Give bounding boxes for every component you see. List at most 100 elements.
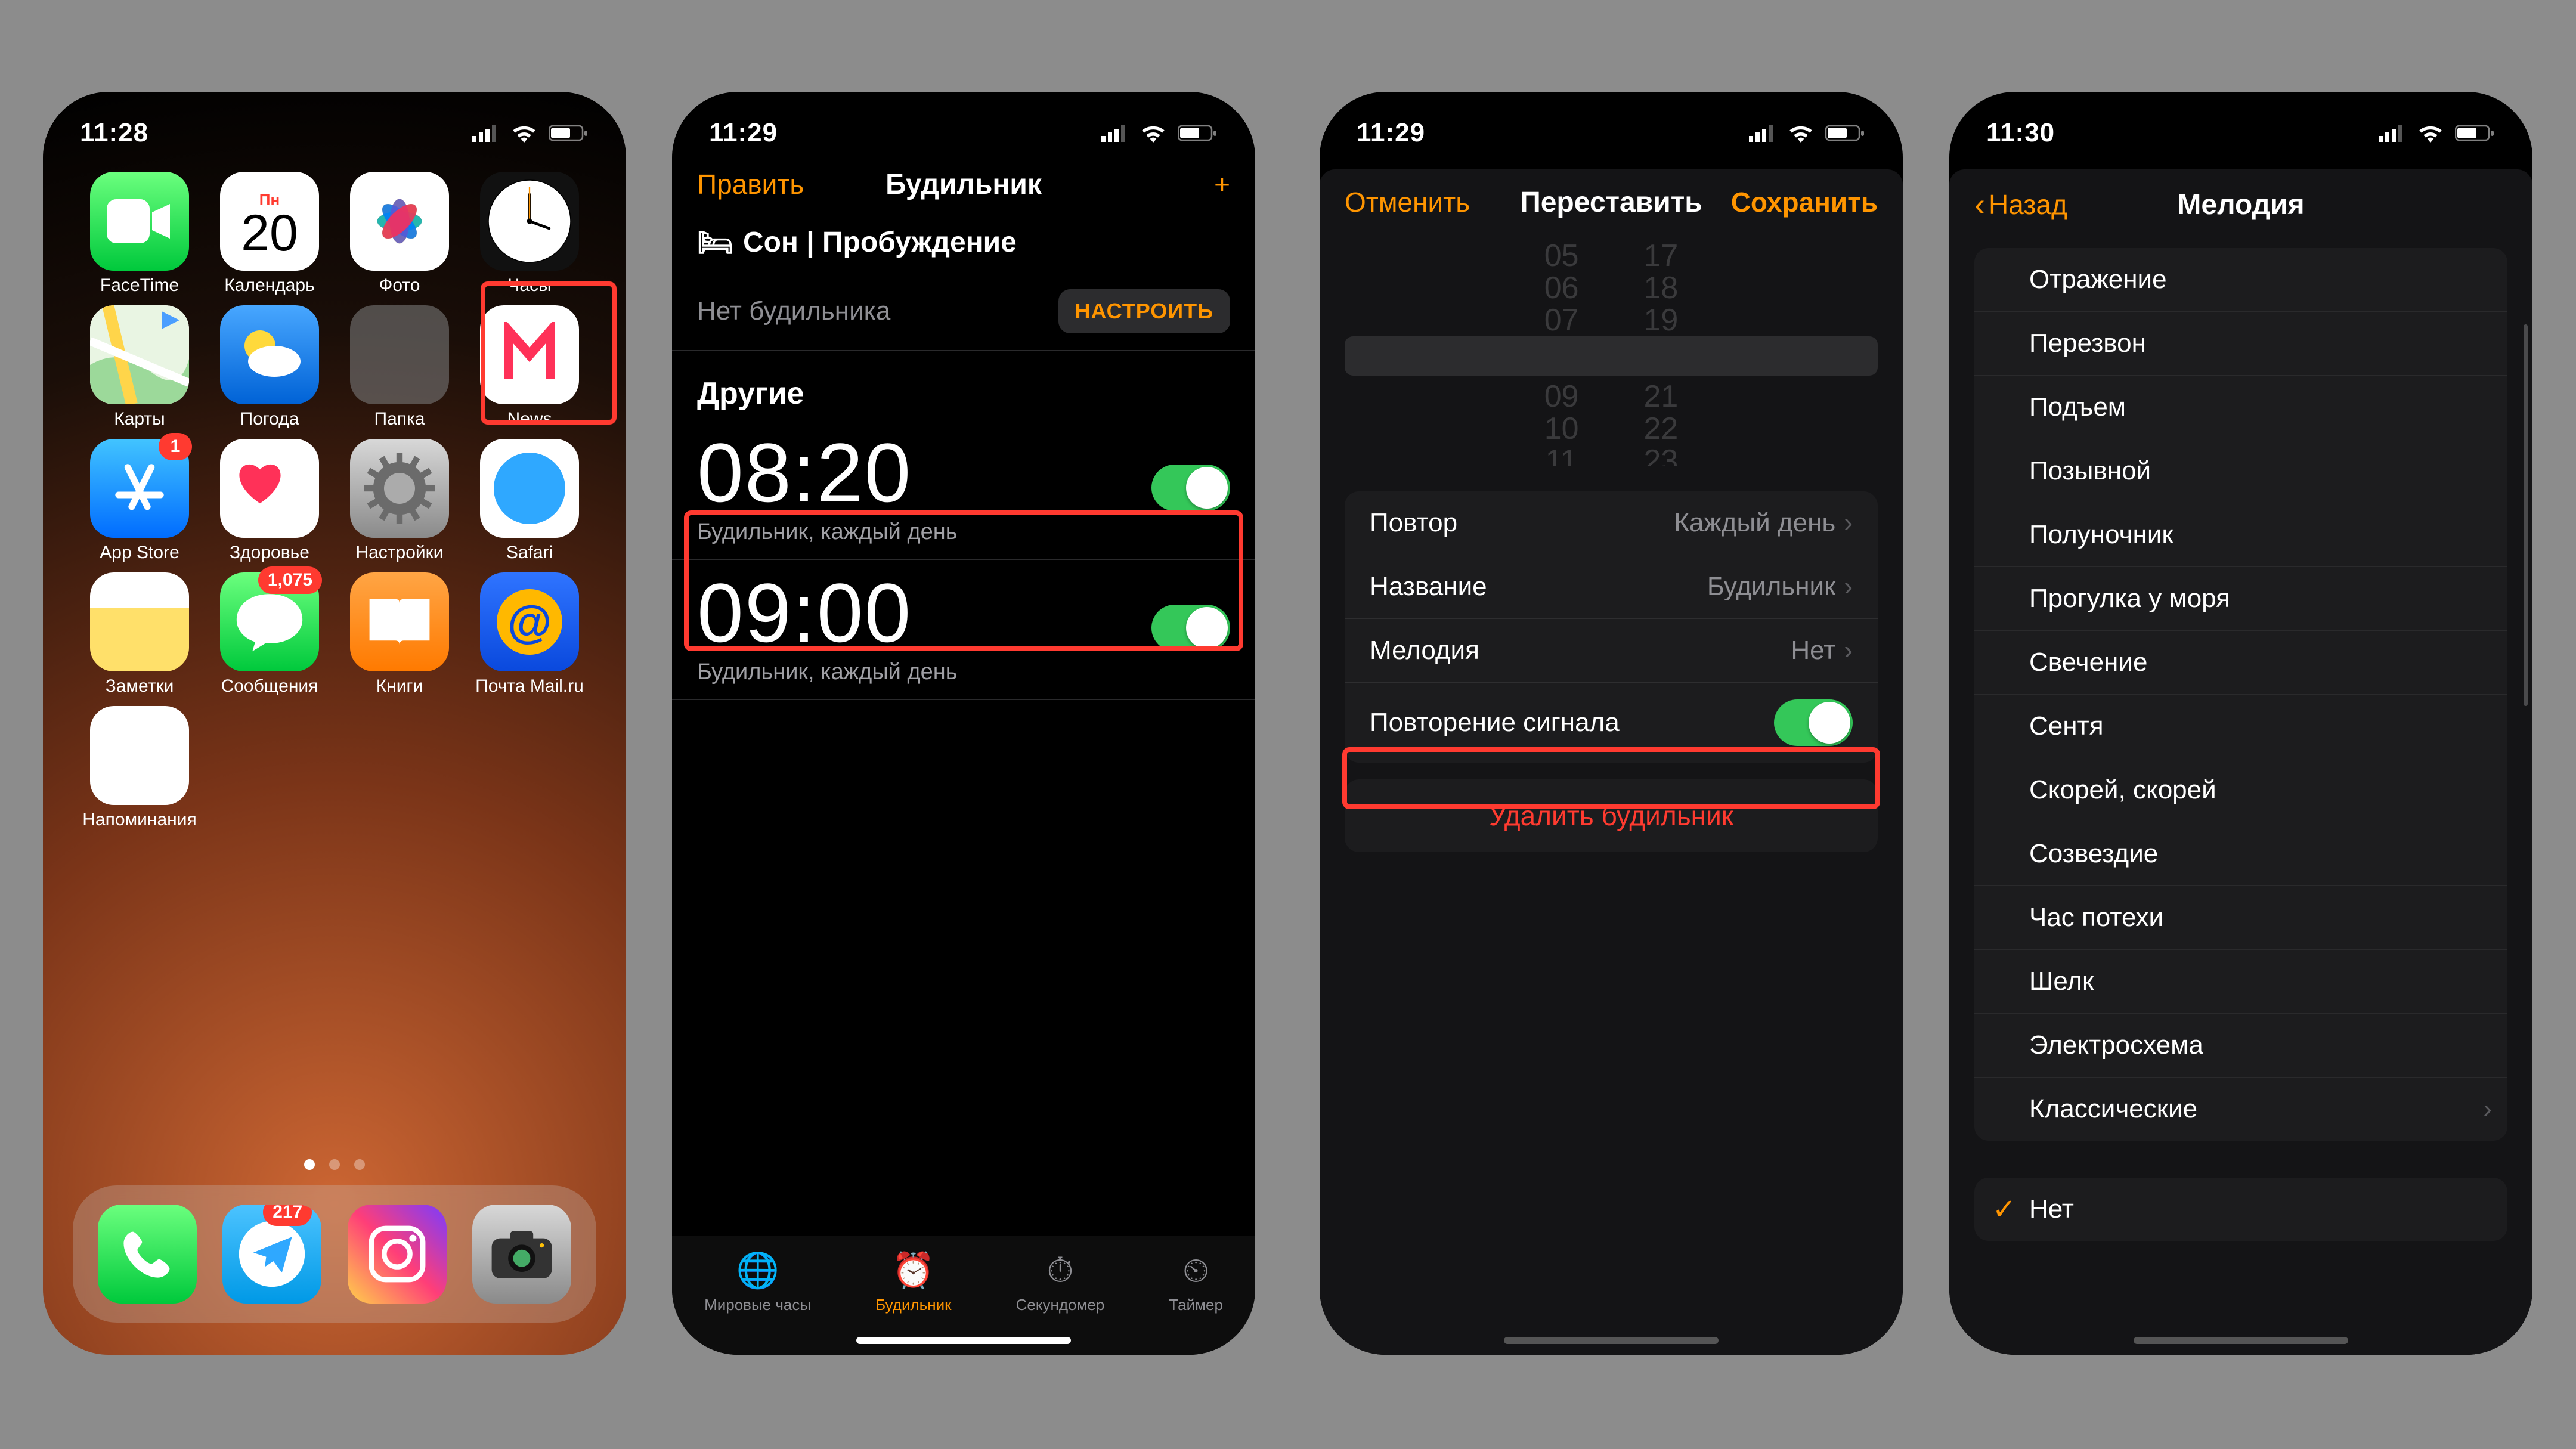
sound-option[interactable]: Свечение	[1974, 631, 2507, 695]
add-alarm-button[interactable]: +	[1214, 168, 1230, 200]
app-icon: @	[480, 572, 579, 671]
app-Здоровье[interactable]: Здоровье	[208, 439, 332, 563]
sound-option-none[interactable]: ✓ Нет	[1974, 1178, 2507, 1241]
edit-button[interactable]: Править	[697, 168, 804, 200]
sheet-nav: ‹Назад Мелодия	[1949, 169, 2532, 230]
cellular-icon	[1101, 124, 1129, 142]
battery-icon	[1178, 123, 1218, 143]
tab-icon: 🌐	[736, 1250, 779, 1291]
app-Карты[interactable]: Карты	[78, 305, 202, 429]
badge: 1	[159, 433, 192, 460]
tab-Секундомер[interactable]: ⏱Секундомер	[1016, 1250, 1105, 1314]
app-Напоминания[interactable]: Напоминания	[78, 706, 202, 830]
app-label: Заметки	[106, 676, 174, 696]
app-Safari[interactable]: Safari	[467, 439, 592, 563]
scrollbar[interactable]	[2524, 324, 2528, 706]
chevron-right-icon: ›	[1844, 508, 1853, 538]
app-Папка[interactable]: Папка	[338, 305, 462, 429]
sound-option[interactable]: Подъем	[1974, 376, 2507, 439]
sound-option[interactable]: Электросхема	[1974, 1014, 2507, 1078]
home-indicator[interactable]	[2134, 1337, 2348, 1344]
dock-instagram[interactable]	[348, 1205, 447, 1304]
setting-value: Будильник ›	[1707, 572, 1853, 602]
sound-option[interactable]: Перезвон	[1974, 312, 2507, 376]
sleep-alarm-row: Нет будильника НАСТРОИТЬ	[672, 273, 1255, 351]
app-News[interactable]: News	[467, 305, 592, 429]
category-label: Классические	[2029, 1094, 2197, 1124]
dock-telegram[interactable]: 217	[222, 1205, 321, 1304]
setting-Повтор[interactable]: ПовторКаждый день ›	[1345, 491, 1878, 555]
page-indicator[interactable]	[43, 1159, 626, 1170]
bed-icon: 🛏	[697, 225, 733, 259]
back-label: Назад	[1989, 188, 2067, 221]
app-label: Погода	[240, 409, 299, 429]
tab-Таймер[interactable]: ⏲Таймер	[1169, 1250, 1223, 1314]
app-icon	[90, 305, 189, 404]
sound-option[interactable]: Час потехи	[1974, 886, 2507, 950]
cancel-button[interactable]: Отменить	[1345, 186, 1470, 218]
sound-option[interactable]: Позывной	[1974, 439, 2507, 503]
app-icon	[480, 172, 579, 271]
app-icon	[220, 439, 319, 538]
badge: 1,075	[258, 566, 322, 594]
alarm-item[interactable]: 08:20Будильник, каждый день	[672, 420, 1255, 560]
sound-category[interactable]: Классические ›	[1974, 1078, 2507, 1141]
alarm-item[interactable]: 09:00Будильник, каждый день	[672, 560, 1255, 700]
app-icon	[480, 305, 579, 404]
app-icon	[350, 305, 449, 404]
app-label: App Store	[100, 543, 179, 563]
app-Почта Mail.ru[interactable]: @Почта Mail.ru	[467, 572, 592, 696]
app-Фото[interactable]: Фото	[338, 172, 462, 296]
app-label: Напоминания	[82, 810, 196, 830]
tab-Мировые часы[interactable]: 🌐 Мировые часы	[704, 1250, 811, 1314]
time-picker[interactable]: 05060708091011 17181920212223	[1345, 240, 1878, 466]
sound-option[interactable]: Прогулка у моря	[1974, 567, 2507, 631]
app-Настройки[interactable]: Настройки	[338, 439, 462, 563]
snooze-toggle[interactable]	[1774, 699, 1853, 746]
setting-value: Нет ›	[1791, 636, 1853, 665]
app-FaceTime[interactable]: FaceTime	[78, 172, 202, 296]
alarm-time: 09:00	[697, 571, 958, 656]
home-indicator[interactable]	[1504, 1337, 1719, 1344]
other-section-title: Другие	[672, 351, 1255, 420]
home-indicator[interactable]	[856, 1337, 1071, 1344]
checkmark-icon: ✓	[1992, 1193, 2016, 1226]
wifi-icon	[1140, 123, 1167, 143]
dock-camera[interactable]	[472, 1205, 571, 1304]
alarm-toggle[interactable]	[1151, 465, 1230, 511]
sound-option[interactable]: Шелк	[1974, 950, 2507, 1014]
app-Заметки[interactable]: Заметки	[78, 572, 202, 696]
tab-Будильник[interactable]: ⏰Будильник	[875, 1250, 951, 1314]
alarm-toggle[interactable]	[1151, 605, 1230, 651]
tab-icon: ⏱	[1046, 1250, 1073, 1291]
sound-option[interactable]: Отражение	[1974, 248, 2507, 312]
app-App Store[interactable]: 1App Store	[78, 439, 202, 563]
chevron-right-icon: ›	[1844, 636, 1853, 665]
cellular-icon	[1749, 124, 1776, 142]
app-Календарь[interactable]: Пн20Календарь	[208, 172, 332, 296]
sound-option[interactable]: Полуночник	[1974, 503, 2507, 567]
app-Погода[interactable]: Погода	[208, 305, 332, 429]
save-button[interactable]: Сохранить	[1731, 186, 1878, 218]
setup-button[interactable]: НАСТРОИТЬ	[1058, 289, 1230, 333]
tab-label: Мировые часы	[704, 1296, 811, 1314]
sound-option[interactable]: Созвездие	[1974, 822, 2507, 886]
tab-icon: ⏲	[1182, 1250, 1209, 1291]
back-button[interactable]: ‹Назад	[1974, 186, 2067, 223]
setting-Мелодия[interactable]: МелодияНет ›	[1345, 619, 1878, 683]
app-Книги[interactable]: Книги	[338, 572, 462, 696]
setting-Повторение сигнала[interactable]: Повторение сигнала	[1345, 683, 1878, 763]
sound-option[interactable]: Сентя	[1974, 695, 2507, 758]
phone-sound-picker: 11:30 ‹Назад Мелодия ОтражениеПерезвонПо…	[1949, 92, 2532, 1355]
cellular-icon	[2379, 124, 2406, 142]
app-Сообщения[interactable]: 1,075Сообщения	[208, 572, 332, 696]
setting-Название[interactable]: НазваниеБудильник ›	[1345, 555, 1878, 619]
chevron-right-icon: ›	[2483, 1094, 2492, 1124]
app-icon	[90, 172, 189, 271]
delete-alarm-button[interactable]: Удалить будильник	[1345, 779, 1878, 852]
dock: 217	[73, 1185, 596, 1323]
app-label: Часы	[507, 275, 551, 296]
sound-option[interactable]: Скорей, скорей	[1974, 758, 2507, 822]
dock-phone[interactable]	[98, 1205, 197, 1304]
app-Часы[interactable]: Часы	[467, 172, 592, 296]
